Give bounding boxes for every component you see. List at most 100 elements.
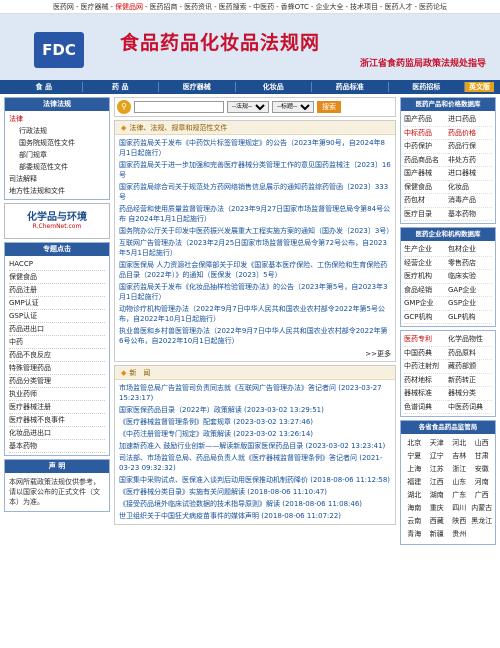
db-link[interactable]: 中药保护 xyxy=(404,140,448,154)
province-link[interactable]: 宁夏 xyxy=(403,450,426,463)
field-select[interactable]: --标题-- xyxy=(272,101,314,113)
law-news-item[interactable]: 国家药监局关于发布《化妆品抽样检验管理办法》的公告（2023年第5号，自2023… xyxy=(119,281,391,303)
db-link[interactable]: 零售药店 xyxy=(448,257,492,270)
topic-link[interactable]: HACCP xyxy=(9,258,105,271)
db-link[interactable]: 藏药部颁 xyxy=(448,360,492,374)
law-news-item[interactable]: 互联网广告管理办法（2023年2月25日国家市场监督管理总局令第72号公布，自2… xyxy=(119,237,391,259)
db-link[interactable]: 包材企业 xyxy=(448,243,492,257)
more-link[interactable]: >>更多 xyxy=(115,349,395,361)
mainnav-item[interactable]: 食 品 xyxy=(6,82,83,92)
db-link[interactable]: 化妆品 xyxy=(448,181,492,194)
law-category-item[interactable]: 地方性法规和文件 xyxy=(9,185,105,197)
topic-link[interactable]: 化妆品进出口 xyxy=(9,427,105,440)
province-link[interactable]: 江苏 xyxy=(426,463,449,476)
db-link[interactable]: 生产企业 xyxy=(404,243,448,257)
mainnav-item[interactable]: 药 品 xyxy=(83,82,159,92)
news-item[interactable]: 《中药注册管理专门规定》政策解读 (2023-03-02 13:26:14) xyxy=(119,428,391,440)
province-link[interactable]: 陕西 xyxy=(448,515,471,528)
search-input[interactable] xyxy=(134,101,224,113)
db-link[interactable]: 基本药物 xyxy=(448,208,492,221)
fdc-logo[interactable]: FDC xyxy=(34,32,84,68)
mainnav-item[interactable]: 医疗器械 xyxy=(159,82,236,92)
law-category-item[interactable]: 行政法规 xyxy=(9,125,105,137)
mainnav-item[interactable]: 化妆品 xyxy=(236,82,312,92)
news-item[interactable]: 国家医保药品目录（2022年）政策解读 (2023-03-02 13:29:51… xyxy=(119,404,391,416)
news-item[interactable]: 国家集中采购试点、医保准入谈判后动用医保推动机制药降价 (2018-08-06 … xyxy=(119,474,391,486)
law-news-item[interactable]: 国家药监局关于发布《中药饮片标签管理规定》的公告（2023年第90号，自2024… xyxy=(119,137,391,159)
topnav-link[interactable]: 企业大全 xyxy=(315,3,343,11)
db-link[interactable]: 新药转正 xyxy=(448,374,492,387)
db-link[interactable]: 中医药词典 xyxy=(448,401,492,414)
db-link[interactable]: 器械分类 xyxy=(448,387,492,401)
search-button[interactable]: 搜索 xyxy=(317,101,341,113)
db-link[interactable]: 化学品物性 xyxy=(448,333,492,347)
province-link[interactable]: 黑龙江 xyxy=(471,515,494,528)
db-link[interactable]: 药材地标 xyxy=(404,374,448,387)
db-link[interactable]: 器械标准 xyxy=(404,387,448,401)
topic-link[interactable]: 药品不良反应 xyxy=(9,349,105,362)
db-link[interactable]: GCP机构 xyxy=(404,311,448,324)
topic-link[interactable]: GMP认证 xyxy=(9,297,105,310)
law-news-item[interactable]: 国家药监局关于进一步加强和完善医疗器械分类管理工作的意见国药监械注〔2023〕1… xyxy=(119,159,391,181)
mainnav-item[interactable]: 药品标准 xyxy=(312,82,389,92)
province-link[interactable]: 青海 xyxy=(403,528,426,541)
db-link[interactable]: 中标药品 xyxy=(404,127,448,140)
db-link[interactable]: 中药注射剂 xyxy=(404,360,448,374)
province-link[interactable]: 西藏 xyxy=(426,515,449,528)
db-link[interactable]: 药品行保 xyxy=(448,140,492,154)
law-category-item[interactable]: 国务院规范性文件 xyxy=(9,137,105,149)
news-item[interactable]: 《接受药品境外临床试验数据的技术指导原则》解读 (2018-08-06 11:0… xyxy=(119,498,391,510)
topnav-link[interactable]: 医疗器械 xyxy=(80,3,108,11)
province-link[interactable]: 河南 xyxy=(471,476,494,489)
law-type-select[interactable]: --法规-- xyxy=(227,101,269,113)
province-link[interactable]: 贵州 xyxy=(448,528,471,541)
news-item[interactable]: 《医疗器械监督管理条例》配套规章 (2023-03-02 13:27:46) xyxy=(119,416,391,428)
province-link[interactable]: 浙江 xyxy=(448,463,471,476)
db-link[interactable]: 消毒产品 xyxy=(448,194,492,208)
topnav-link[interactable]: 保健品网 xyxy=(115,3,143,11)
news-item[interactable]: 加速新药准入 鼓励行业创新——解读新版国家医保药品目录 (2023-03-02 … xyxy=(119,440,391,452)
law-news-item[interactable]: 国务院办公厅关于印发中医药振兴发展重大工程实施方案的通知（国办发〔2023〕3号… xyxy=(119,225,393,237)
province-link[interactable]: 重庆 xyxy=(426,502,449,515)
topnav-link[interactable]: 医药招商 xyxy=(150,3,178,11)
province-link[interactable]: 甘肃 xyxy=(471,450,494,463)
province-link[interactable]: 北京 xyxy=(403,437,426,450)
topnav-link[interactable]: 香蜂OTC xyxy=(281,3,309,11)
news-item[interactable]: 市场监管总局广告监管司负责同志就《互联网广告管理办法》答记者问 (2023-03… xyxy=(119,382,391,404)
province-link[interactable]: 福建 xyxy=(403,476,426,489)
db-link[interactable]: GLP机构 xyxy=(448,311,492,324)
db-link[interactable]: 药品商品名 xyxy=(404,154,448,167)
topnav-link[interactable]: 医药网 xyxy=(53,3,74,11)
topnav-link[interactable]: 医药搜索 xyxy=(219,3,247,11)
province-link[interactable]: 河北 xyxy=(448,437,471,450)
province-link[interactable]: 云南 xyxy=(403,515,426,528)
province-link[interactable]: 广东 xyxy=(448,489,471,502)
topic-link[interactable]: 执业药师 xyxy=(9,388,105,401)
province-link[interactable]: 新疆 xyxy=(426,528,449,541)
db-link[interactable]: 医疗目录 xyxy=(404,208,448,221)
topic-link[interactable]: 医疗器械不良事件 xyxy=(9,414,105,427)
db-link[interactable]: 中国药典 xyxy=(404,347,448,360)
db-link[interactable]: 进口药品 xyxy=(448,113,492,127)
province-link[interactable]: 吉林 xyxy=(448,450,471,463)
law-news-item[interactable]: 国家医保局 人力资源社会保障部关于印发《国家基本医疗保险、工伤保险和生育保险药品… xyxy=(119,259,391,281)
db-link[interactable]: 经营企业 xyxy=(404,257,448,270)
topnav-link[interactable]: 中医药 xyxy=(253,3,274,11)
law-category-item[interactable]: 部门规章 xyxy=(9,149,105,161)
news-item[interactable]: 司法部、市场监管总局、药品局负责人就《医疗器械监督管理条例》答记者问 (2021… xyxy=(119,452,391,474)
mainnav-item[interactable]: 英文版 xyxy=(465,82,494,92)
topic-link[interactable]: 药品进出口 xyxy=(9,323,105,336)
db-link[interactable]: 药品价格 xyxy=(448,127,492,140)
law-category-item[interactable]: 法律 xyxy=(9,113,105,125)
topic-link[interactable]: 药品分类管理 xyxy=(9,375,105,388)
db-link[interactable]: 非处方药 xyxy=(448,154,492,167)
db-link[interactable]: 药包材 xyxy=(404,194,448,208)
province-link[interactable]: 广西 xyxy=(471,489,494,502)
db-link[interactable]: 国产药品 xyxy=(404,113,448,127)
province-link[interactable]: 四川 xyxy=(448,502,471,515)
db-link[interactable]: 进口器械 xyxy=(448,167,492,181)
law-category-item[interactable]: 部委规范性文件 xyxy=(9,161,105,173)
topic-link[interactable]: 药品注册 xyxy=(9,284,105,297)
law-news-item[interactable]: 执业兽医和乡村兽医管理办法（2022年9月7日中华人民共和国农业农村部令2022… xyxy=(119,325,391,347)
topnav-link[interactable]: 医药人才 xyxy=(385,3,413,11)
